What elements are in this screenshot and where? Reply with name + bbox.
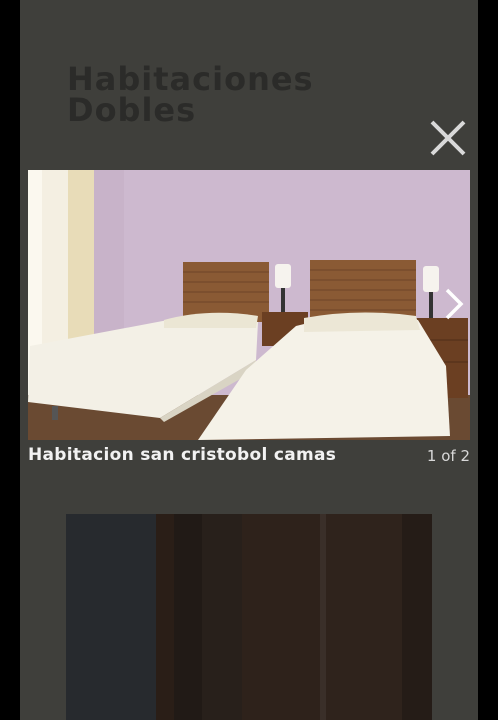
image-caption: Habitacion san cristobol camas xyxy=(28,445,337,465)
page-title: Habitaciones Dobles xyxy=(67,63,367,129)
wardrobe-image xyxy=(66,514,432,720)
close-icon xyxy=(430,120,466,156)
chevron-right-icon xyxy=(445,288,464,320)
next-image-button[interactable] xyxy=(438,286,468,322)
bedroom-image xyxy=(28,170,470,440)
background-room-photo xyxy=(66,514,432,720)
close-button[interactable] xyxy=(426,116,470,160)
title-line-2: Dobles xyxy=(67,91,197,129)
room-photo xyxy=(28,170,470,440)
image-counter: 1 of 2 xyxy=(426,447,470,465)
